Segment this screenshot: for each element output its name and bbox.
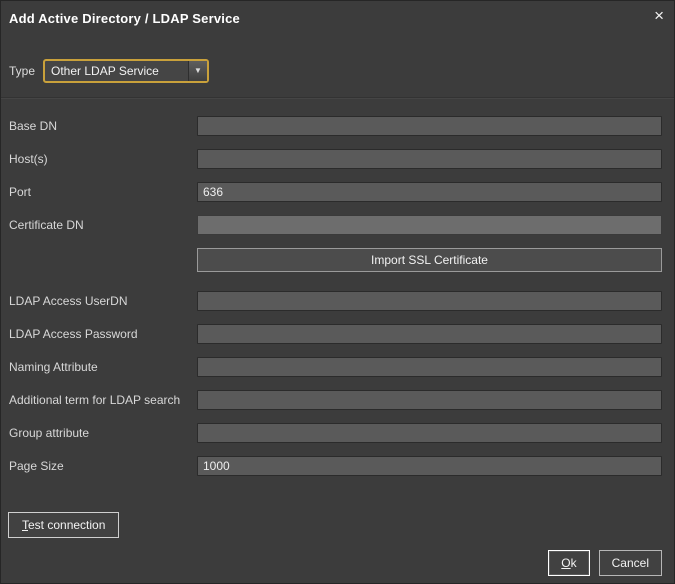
dialog-title: Add Active Directory / LDAP Service	[9, 11, 240, 26]
hosts-input[interactable]	[197, 149, 662, 169]
ldap-access-password-input[interactable]	[197, 324, 662, 344]
port-label: Port	[9, 185, 197, 199]
naming-attribute-input[interactable]	[197, 357, 662, 377]
additional-term-label: Additional term for LDAP search	[9, 393, 197, 407]
ldap-settings-form: Base DN Host(s) Port Certificate DN Impo…	[1, 116, 674, 476]
group-attribute-label: Group attribute	[9, 426, 197, 440]
form-row-certificate-dn: Certificate DN	[1, 215, 674, 235]
chevron-down-icon[interactable]: ▼	[188, 61, 207, 81]
type-select-value: Other LDAP Service	[45, 61, 188, 81]
type-select[interactable]: Other LDAP Service ▼	[43, 59, 209, 83]
import-ssl-certificate-button[interactable]: Import SSL Certificate	[197, 248, 662, 272]
naming-attribute-label: Naming Attribute	[9, 360, 197, 374]
page-size-input[interactable]	[197, 456, 662, 476]
close-icon[interactable]: ×	[654, 7, 664, 24]
ldap-access-userdn-input[interactable]	[197, 291, 662, 311]
page-size-label: Page Size	[9, 459, 197, 473]
section-divider	[1, 97, 674, 99]
additional-term-input[interactable]	[197, 390, 662, 410]
form-row-additional-term: Additional term for LDAP search	[1, 390, 674, 410]
ok-mnemonic: O	[561, 556, 570, 570]
add-ldap-service-dialog: Add Active Directory / LDAP Service × Ty…	[0, 0, 675, 584]
certificate-dn-label: Certificate DN	[9, 218, 197, 232]
group-attribute-input[interactable]	[197, 423, 662, 443]
form-row-ldap-access-userdn: LDAP Access UserDN	[1, 291, 674, 311]
port-input[interactable]	[197, 182, 662, 202]
form-row-base-dn: Base DN	[1, 116, 674, 136]
dialog-titlebar: Add Active Directory / LDAP Service ×	[1, 1, 674, 34]
hosts-label: Host(s)	[9, 152, 197, 166]
dialog-footer: Ok Cancel	[548, 550, 662, 576]
base-dn-label: Base DN	[9, 119, 197, 133]
ok-label-rest: k	[571, 556, 577, 570]
form-row-ldap-access-password: LDAP Access Password	[1, 324, 674, 344]
certificate-dn-input	[197, 215, 662, 235]
ldap-access-userdn-label: LDAP Access UserDN	[9, 294, 197, 308]
test-connection-button[interactable]: Test connection	[8, 512, 119, 538]
form-row-import-ssl: Import SSL Certificate	[1, 248, 674, 272]
cancel-button[interactable]: Cancel	[599, 550, 662, 576]
form-row-group-attribute: Group attribute	[1, 423, 674, 443]
form-row-page-size: Page Size	[1, 456, 674, 476]
type-row: Type Other LDAP Service ▼	[9, 58, 674, 84]
type-label: Type	[9, 64, 35, 78]
base-dn-input[interactable]	[197, 116, 662, 136]
form-row-naming-attribute: Naming Attribute	[1, 357, 674, 377]
test-connection-label-rest: est connection	[28, 518, 105, 532]
ok-button[interactable]: Ok	[548, 550, 589, 576]
form-row-hosts: Host(s)	[1, 149, 674, 169]
ldap-access-password-label: LDAP Access Password	[9, 327, 197, 341]
form-row-port: Port	[1, 182, 674, 202]
